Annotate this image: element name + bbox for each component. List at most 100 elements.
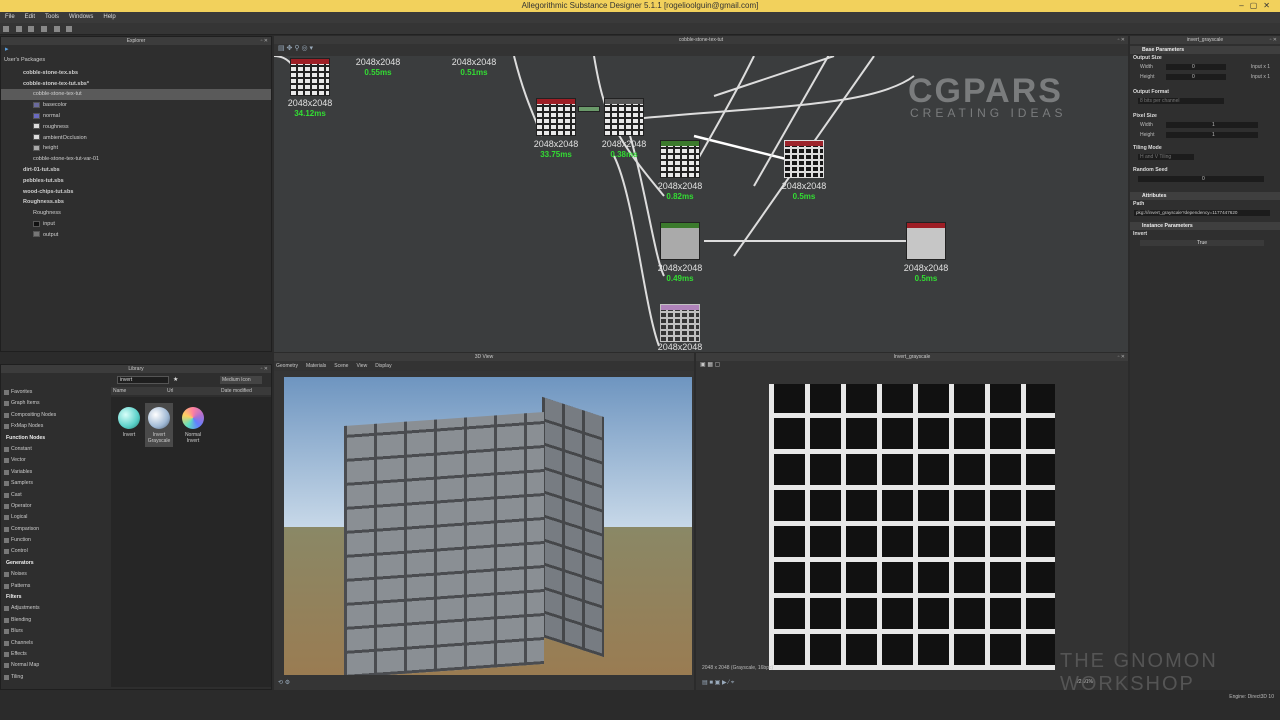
3d-viewport[interactable]	[284, 377, 692, 675]
height-field[interactable]	[1166, 74, 1226, 80]
library-category[interactable]: FxMap Nodes	[1, 421, 107, 432]
library-category[interactable]: Function Nodes	[1, 433, 107, 444]
tree-item[interactable]: cobble-stone-tex.sbs	[1, 68, 271, 79]
save-all-icon[interactable]	[41, 26, 48, 32]
instance-parameters-section[interactable]: Instance Parameters	[1130, 222, 1280, 230]
tree-item[interactable]: dirt-01-tut.sbs	[1, 165, 271, 176]
tree-item-selected[interactable]: cobble-stone-tex-tut	[1, 89, 271, 101]
graph-view[interactable]: cobble-stone-tex-tut ▫ ✕ ▤ ✥ ⚲ ◎ ▾ CGPAR…	[274, 36, 1128, 352]
tree-item[interactable]: Roughness	[1, 208, 271, 219]
tree-item[interactable]: input	[1, 219, 271, 230]
new-icon[interactable]	[3, 26, 9, 32]
width-relative[interactable]: Input x 1	[1251, 64, 1270, 70]
menu-file[interactable]: File	[5, 12, 15, 23]
menu-view[interactable]: View	[356, 361, 367, 371]
tree-item[interactable]: wood-chips-tut.sbs	[1, 187, 271, 198]
tree-item[interactable]: pebbles-tut.sbs	[1, 176, 271, 187]
3d-view-footer-icons[interactable]: ⟲ ⚙	[278, 679, 290, 686]
library-category[interactable]: Adjustments	[1, 603, 107, 614]
library-category[interactable]: Blending	[1, 615, 107, 626]
library-category[interactable]: Constant	[1, 444, 107, 455]
menu-tools[interactable]: Tools	[45, 12, 59, 23]
tree-item[interactable]: basecolor	[1, 100, 271, 111]
tree-item[interactable]: output	[1, 230, 271, 241]
library-category[interactable]: Generators	[1, 558, 107, 569]
menu-edit[interactable]: Edit	[25, 12, 35, 23]
graph-node-selected[interactable]	[784, 140, 824, 178]
tree-item[interactable]: height	[1, 143, 271, 154]
library-category[interactable]: Variables	[1, 467, 107, 478]
graph-tools-icon[interactable]: ▤ ✥ ⚲ ◎ ▾	[278, 45, 313, 52]
library-category[interactable]: Filters	[1, 592, 107, 603]
library-category[interactable]: Graph Items	[1, 398, 107, 409]
library-category[interactable]: Normal Map	[1, 660, 107, 671]
graph-node[interactable]	[536, 98, 576, 136]
library-category[interactable]: Blurs	[1, 626, 107, 637]
panel-close-icon[interactable]: ▫ ✕	[1118, 353, 1125, 361]
tree-item[interactable]: ambientOcclusion	[1, 133, 271, 144]
panel-close-icon[interactable]: ▫ ✕	[1118, 36, 1125, 44]
favorite-star-icon[interactable]: ★	[173, 376, 178, 383]
library-search-input[interactable]: invert	[117, 376, 169, 384]
column-url[interactable]: Url	[167, 387, 173, 395]
library-category[interactable]: Favorites	[1, 387, 107, 398]
2d-tools-icon[interactable]: ▣ ▦ ▢	[700, 362, 720, 368]
library-category[interactable]: Noises	[1, 569, 107, 580]
panel-close-icon[interactable]: ▫ ✕	[1270, 36, 1277, 44]
library-category[interactable]: Channels	[1, 638, 107, 649]
graph-node[interactable]	[604, 98, 644, 136]
graph-node-small[interactable]	[578, 106, 600, 112]
tree-item[interactable]: cobble-stone-tex-tut.sbs*	[1, 79, 271, 90]
path-field[interactable]: pkg:///invert_grayscale?dependency=11774…	[1134, 210, 1270, 216]
panel-close-icon[interactable]: ▫ ✕	[261, 37, 268, 45]
library-category[interactable]: Compositing Nodes	[1, 410, 107, 421]
add-package-icon[interactable]: ▸	[5, 46, 9, 53]
library-category[interactable]: Effects	[1, 649, 107, 660]
library-item-invert-grayscale[interactable]: Invert Grayscale	[145, 403, 173, 447]
panel-close-icon[interactable]: ▫ ✕	[261, 365, 268, 373]
library-category[interactable]: Samplers	[1, 478, 107, 489]
library-category[interactable]: Function	[1, 535, 107, 546]
library-item-invert[interactable]: Invert	[115, 403, 143, 447]
view-mode-select[interactable]: Medium Icon	[220, 376, 262, 384]
column-date[interactable]: Date modified	[221, 387, 252, 395]
base-parameters-section[interactable]: Base Parameters	[1130, 46, 1280, 54]
library-category[interactable]: Logical	[1, 512, 107, 523]
menu-materials[interactable]: Materials	[306, 361, 326, 371]
library-item-normal-invert[interactable]: Normal Invert	[179, 403, 207, 447]
2d-view-footer-icons[interactable]: ▤ ■ ▣ ▶ ⁄ ⌖	[702, 679, 734, 687]
window-controls[interactable]: –▢✕	[1239, 0, 1276, 12]
library-category[interactable]: Vector	[1, 455, 107, 466]
menu-windows[interactable]: Windows	[69, 12, 93, 23]
redo-icon[interactable]	[66, 26, 73, 32]
library-category[interactable]: Patterns	[1, 581, 107, 592]
attributes-section[interactable]: Attributes	[1130, 192, 1280, 200]
width-field[interactable]	[1166, 64, 1226, 70]
graph-node[interactable]	[660, 304, 700, 342]
output-format-select[interactable]: 8 bits per channel	[1138, 98, 1224, 104]
tree-item[interactable]: normal	[1, 111, 271, 122]
tree-item[interactable]: roughness	[1, 122, 271, 133]
menu-display[interactable]: Display	[375, 361, 391, 371]
library-category[interactable]: Cast	[1, 490, 107, 501]
random-seed-field[interactable]	[1138, 176, 1264, 182]
library-category[interactable]: Control	[1, 546, 107, 557]
menu-help[interactable]: Help	[103, 12, 115, 23]
library-category[interactable]: Tiling	[1, 672, 107, 683]
library-category[interactable]: Comparison	[1, 524, 107, 535]
save-icon[interactable]	[28, 26, 35, 32]
invert-toggle[interactable]: True	[1140, 240, 1264, 246]
undo-icon[interactable]	[53, 26, 60, 32]
tiling-mode-select[interactable]: H and V Tiling	[1138, 154, 1194, 160]
menu-geometry[interactable]: Geometry	[276, 361, 298, 371]
graph-node[interactable]	[290, 58, 330, 96]
height-relative[interactable]: Input x 1	[1251, 74, 1270, 80]
column-name[interactable]: Name	[113, 387, 126, 395]
graph-node[interactable]	[660, 140, 700, 178]
tree-item[interactable]: cobble-stone-tex-tut-var-01	[1, 154, 271, 165]
graph-node[interactable]	[660, 222, 700, 260]
menu-scene[interactable]: Scene	[334, 361, 348, 371]
tree-item[interactable]: Roughness.sbs	[1, 197, 271, 208]
graph-node-output[interactable]	[906, 222, 946, 260]
library-category[interactable]: Operator	[1, 501, 107, 512]
